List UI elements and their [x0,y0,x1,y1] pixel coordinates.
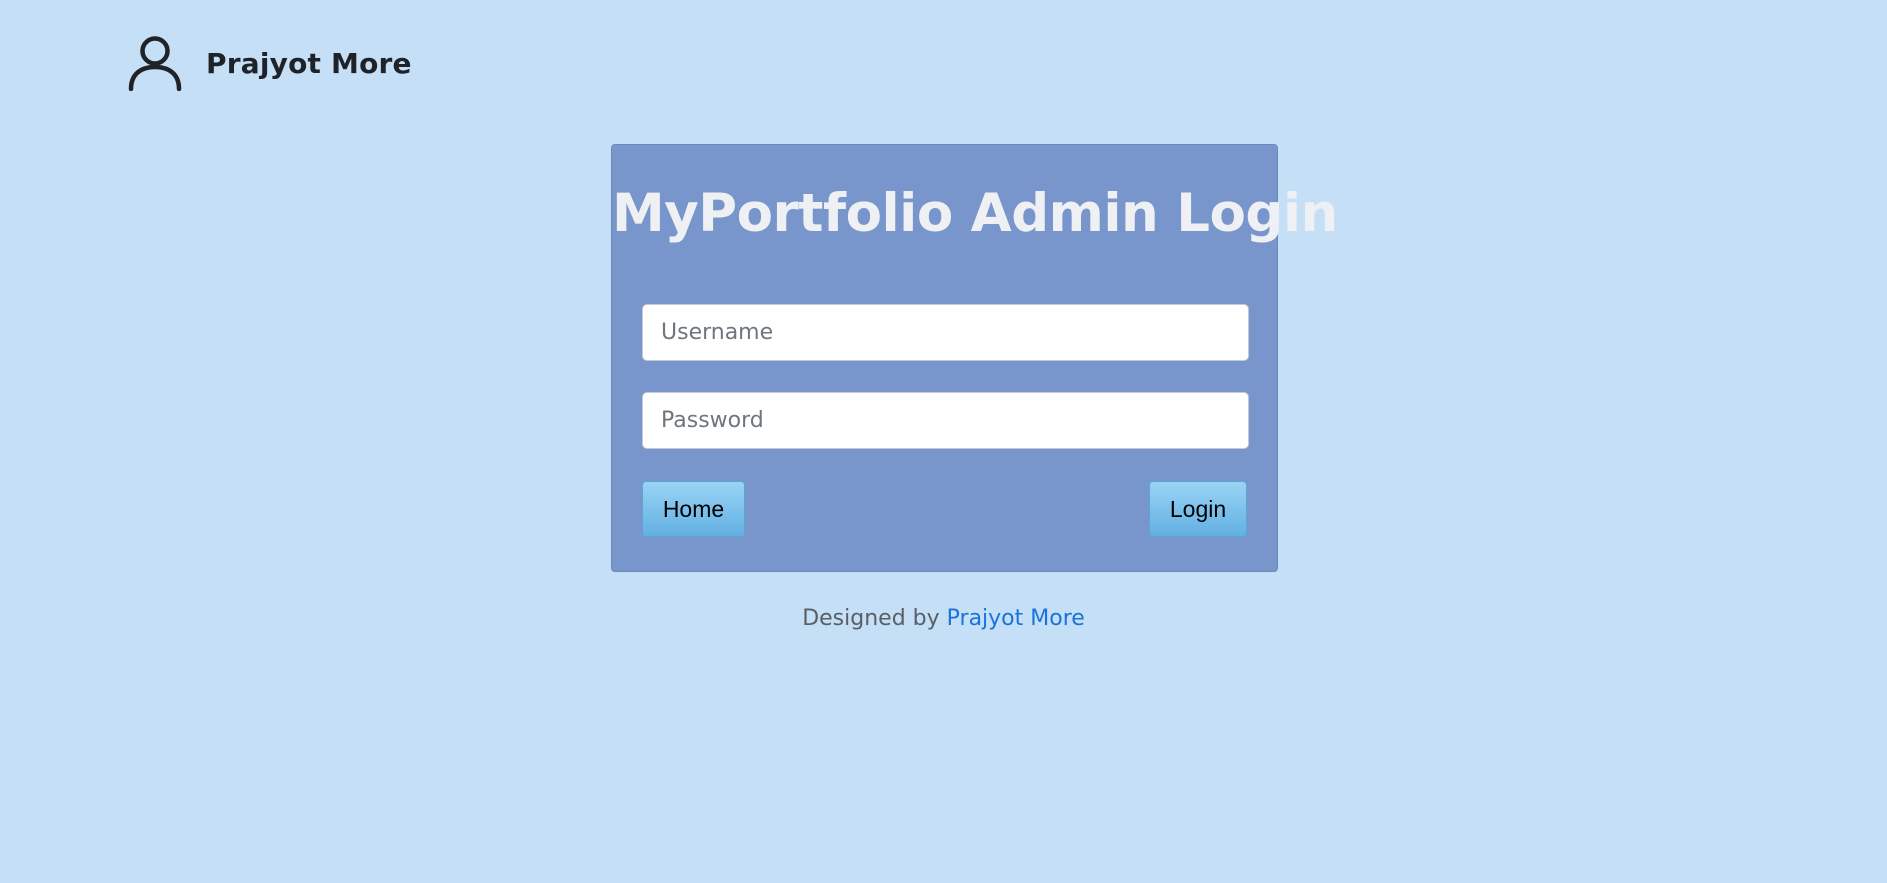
home-button[interactable]: Home [642,481,745,537]
username-input[interactable] [642,304,1249,361]
brand-name[interactable]: Prajyot More [206,47,412,80]
footer-prefix: Designed by [802,606,940,631]
login-button[interactable]: Login [1149,481,1247,537]
login-card: MyPortfolio Admin Login Home Login [611,144,1338,572]
password-input[interactable] [642,392,1249,449]
author-link[interactable]: Prajyot More [947,606,1085,631]
footer: Designed by Prajyot More [0,606,1887,631]
brand[interactable]: Prajyot More [128,34,412,92]
login-title: MyPortfolio Admin Login [612,183,1338,244]
user-icon [128,36,182,91]
